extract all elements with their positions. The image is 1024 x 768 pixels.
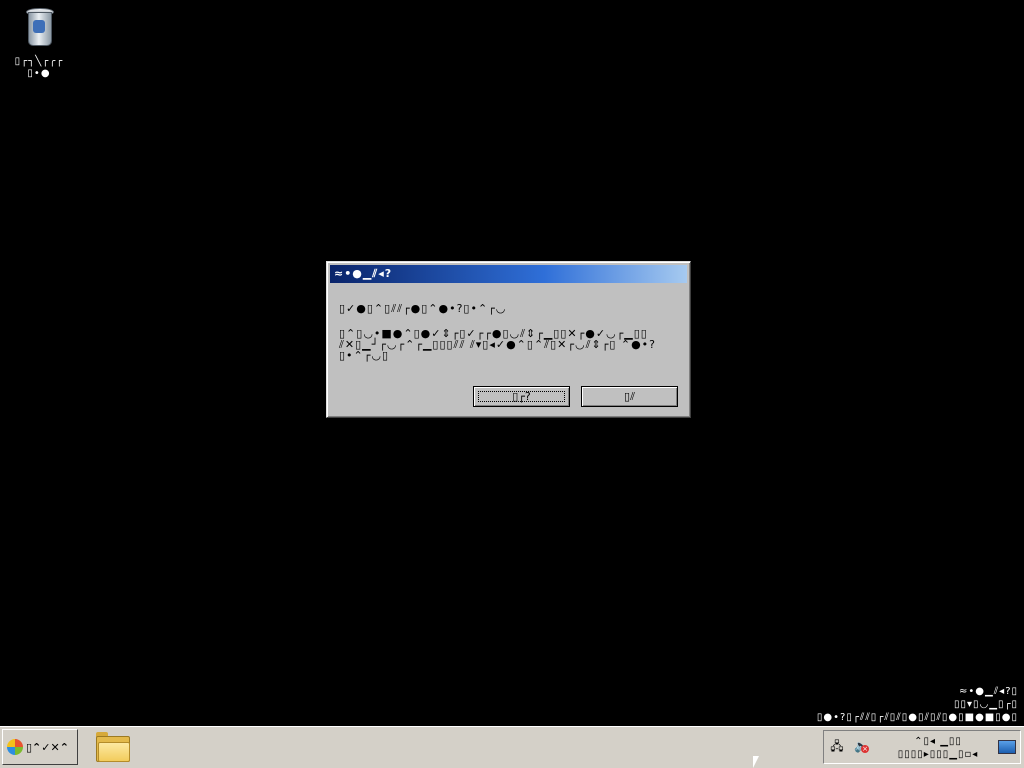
- clock[interactable]: ⌃▯◂ ▁▯▯ ▯▯▯▯▸▯▯▯▁▯▫◂: [880, 735, 996, 761]
- yes-button[interactable]: ▯┌?: [473, 386, 570, 407]
- show-desktop-icon[interactable]: [998, 740, 1016, 754]
- no-button[interactable]: ▯⫽: [581, 386, 678, 407]
- dialog-message-body: ▯⌃▯◡•■●⌃▯●✓⇕┌▯✓┌┌●▯◡⫽⇕┌▁▯▯✕┌●✓◡┌▁▯▯ ⫽✕▯▁…: [339, 327, 657, 362]
- dialog-title[interactable]: ≈•●▁⫽◂?: [330, 265, 687, 283]
- start-label: ▯⌃✓✕⌃: [26, 740, 69, 754]
- recycle-bin-desktop-icon[interactable]: ▯┌┐╲┌╭┌ ▯•●: [4, 6, 74, 80]
- mouse-cursor-icon: [753, 756, 759, 768]
- windows-logo-icon: [7, 739, 23, 755]
- notification-area: 🖧 🔈× ⌃▯◂ ▁▯▯ ▯▯▯▯▸▯▯▯▁▯▫◂: [823, 730, 1021, 764]
- start-button[interactable]: ▯⌃✓✕⌃: [2, 729, 78, 765]
- taskbar: ▯⌃✓✕⌃ 🖧 🔈× ⌃▯◂ ▁▯▯ ▯▯▯▯▸▯▯▯▁▯▫◂: [0, 726, 1024, 768]
- confirmation-dialog: ≈•●▁⫽◂? ▯✓●▯⌃▯⫽⫽┌●▯⌃●•?▯•⌃┌◡ ▯⌃▯◡•■●⌃▯●✓…: [326, 261, 691, 418]
- recycle-bin-icon: [23, 6, 55, 46]
- network-icon[interactable]: 🖧: [830, 739, 844, 753]
- volume-muted-icon[interactable]: 🔈×: [854, 739, 869, 753]
- dialog-message-heading: ▯✓●▯⌃▯⫽⫽┌●▯⌃●•?▯•⌃┌◡: [339, 302, 507, 315]
- desktop-build-watermark: ≈•●▁⫽◂?▯ ▯▯▾▯◡▁▯┌▯ ▯●•?▯┌⫽⫽▯┌⫽▯⫽▯●▯⫽▯⫽▯●…: [816, 686, 1018, 723]
- file-explorer-taskbar-icon[interactable]: [96, 732, 130, 762]
- recycle-bin-label: ▯┌┐╲┌╭┌ ▯•●: [14, 56, 64, 79]
